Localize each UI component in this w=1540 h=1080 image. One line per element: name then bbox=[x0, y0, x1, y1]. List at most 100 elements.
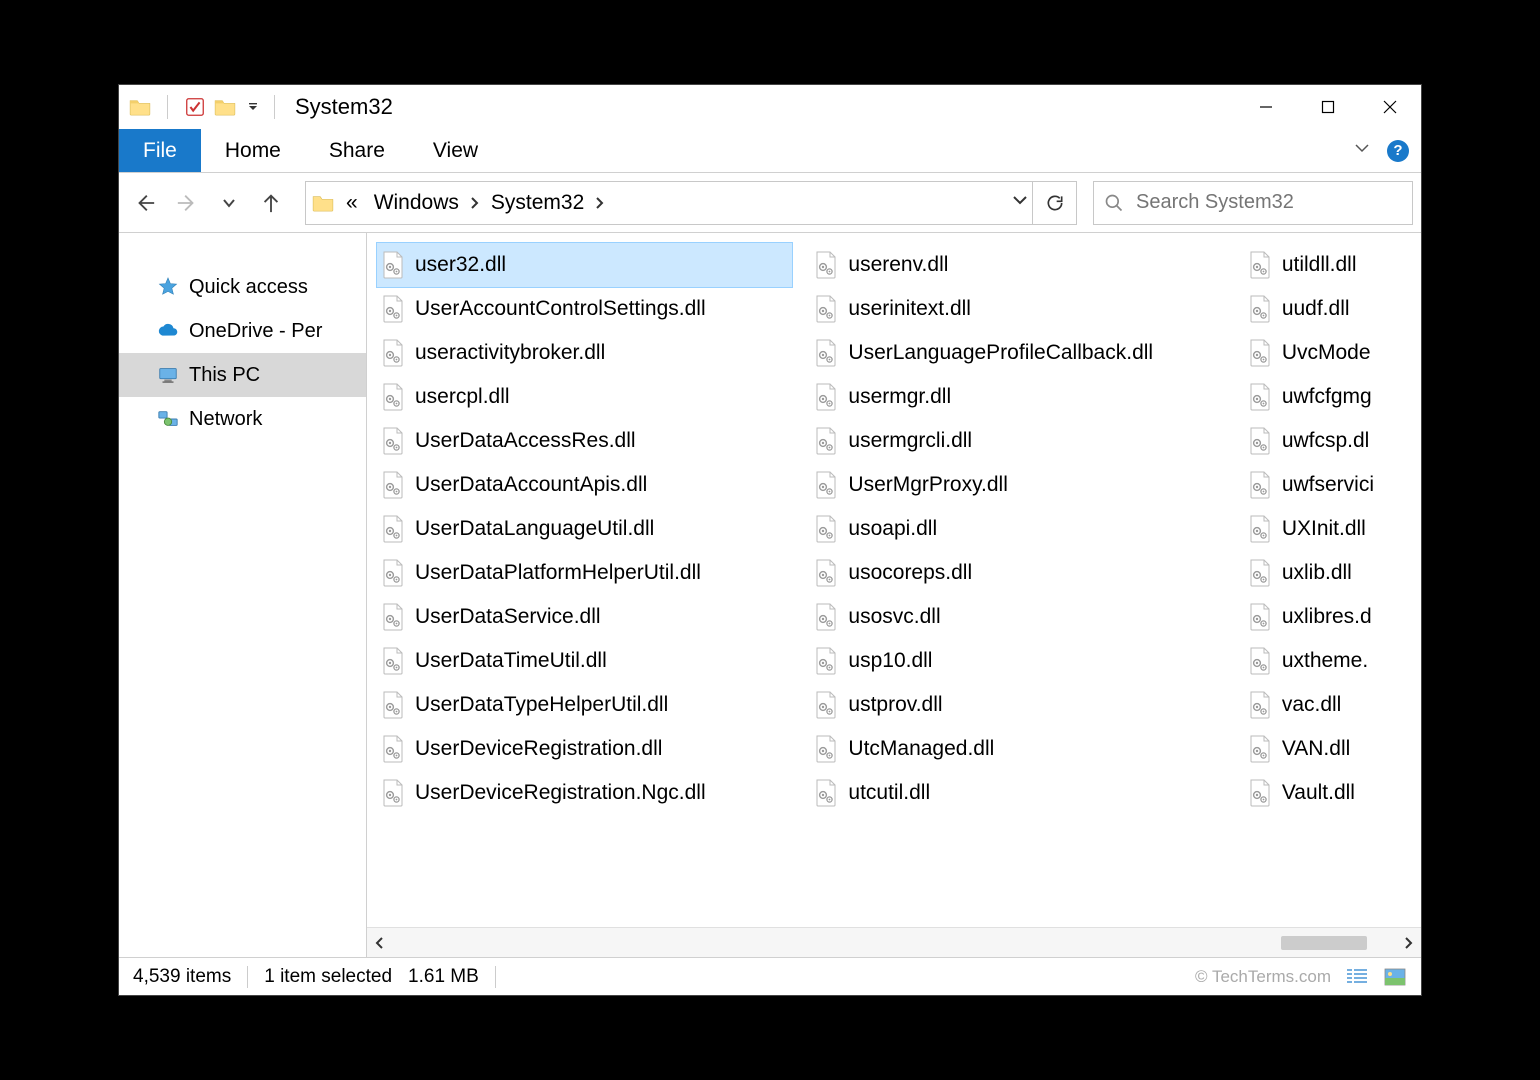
breadcrumb-prefix[interactable]: « bbox=[340, 191, 364, 215]
file-name: userenv.dll bbox=[848, 253, 948, 277]
sidebar-item-onedrive[interactable]: OneDrive - Per bbox=[119, 309, 366, 353]
file-item[interactable]: ustprov.dll bbox=[810, 683, 1225, 727]
file-item[interactable]: useractivitybroker.dll bbox=[377, 331, 792, 375]
content-area: user32.dllUserAccountControlSettings.dll… bbox=[367, 233, 1421, 957]
file-item[interactable]: UserDeviceRegistration.dll bbox=[377, 727, 792, 771]
file-item[interactable]: UserAccountControlSettings.dll bbox=[377, 287, 792, 331]
file-item[interactable]: user32.dll bbox=[377, 243, 792, 287]
dll-file-icon bbox=[1248, 603, 1272, 631]
file-item[interactable]: usermgr.dll bbox=[810, 375, 1225, 419]
expand-ribbon-icon[interactable] bbox=[1353, 139, 1371, 162]
scroll-track[interactable] bbox=[393, 934, 1395, 952]
maximize-button[interactable] bbox=[1297, 85, 1359, 129]
address-dropdown-icon[interactable] bbox=[1012, 192, 1028, 213]
breadcrumb-part[interactable]: System32 bbox=[485, 191, 590, 215]
file-item[interactable]: usp10.dll bbox=[810, 639, 1225, 683]
file-item[interactable]: uxlib.dll bbox=[1244, 551, 1421, 595]
file-item[interactable]: UserDataAccountApis.dll bbox=[377, 463, 792, 507]
breadcrumb-part[interactable]: Windows bbox=[368, 191, 465, 215]
scroll-right-icon[interactable] bbox=[1395, 928, 1421, 957]
file-item[interactable]: UserDeviceRegistration.Ngc.dll bbox=[377, 771, 792, 815]
file-item[interactable]: uwfcsp.dl bbox=[1244, 419, 1421, 463]
file-item[interactable]: UserDataTimeUtil.dll bbox=[377, 639, 792, 683]
dll-file-icon bbox=[814, 559, 838, 587]
separator bbox=[274, 95, 275, 119]
file-item[interactable]: uwfservici bbox=[1244, 463, 1421, 507]
file-item[interactable]: userenv.dll bbox=[810, 243, 1225, 287]
file-item[interactable]: uxlibres.d bbox=[1244, 595, 1421, 639]
file-item[interactable]: UserDataService.dll bbox=[377, 595, 792, 639]
file-item[interactable]: UserDataAccessRes.dll bbox=[377, 419, 792, 463]
thumbnails-view-icon[interactable] bbox=[1383, 967, 1407, 987]
sidebar-item-pc[interactable]: This PC bbox=[119, 353, 366, 397]
file-name: usoapi.dll bbox=[848, 517, 937, 541]
dll-file-icon bbox=[381, 471, 405, 499]
properties-icon[interactable] bbox=[184, 96, 206, 118]
scroll-left-icon[interactable] bbox=[367, 928, 393, 957]
up-button[interactable] bbox=[253, 185, 289, 221]
chevron-right-icon[interactable] bbox=[469, 197, 481, 209]
file-item[interactable]: usosvc.dll bbox=[810, 595, 1225, 639]
file-item[interactable]: UserDataPlatformHelperUtil.dll bbox=[377, 551, 792, 595]
address-bar[interactable]: « Windows System32 bbox=[305, 181, 1077, 225]
file-list[interactable]: user32.dllUserAccountControlSettings.dll… bbox=[367, 233, 1421, 927]
dll-file-icon bbox=[1248, 251, 1272, 279]
horizontal-scrollbar[interactable] bbox=[367, 927, 1421, 957]
search-icon bbox=[1104, 193, 1124, 213]
file-item[interactable]: uudf.dll bbox=[1244, 287, 1421, 331]
forward-button[interactable] bbox=[169, 185, 205, 221]
file-item[interactable]: UserMgrProxy.dll bbox=[810, 463, 1225, 507]
back-button[interactable] bbox=[127, 185, 163, 221]
file-item[interactable]: UserDataTypeHelperUtil.dll bbox=[377, 683, 792, 727]
titlebar[interactable]: System32 bbox=[119, 85, 1421, 129]
ribbon-tab-share[interactable]: Share bbox=[305, 129, 409, 172]
dll-file-icon bbox=[1248, 339, 1272, 367]
search-box[interactable] bbox=[1093, 181, 1413, 225]
search-input[interactable] bbox=[1136, 191, 1402, 214]
sidebar-item-network[interactable]: Network bbox=[119, 397, 366, 441]
file-item[interactable]: UserDataLanguageUtil.dll bbox=[377, 507, 792, 551]
file-item[interactable]: usercpl.dll bbox=[377, 375, 792, 419]
ribbon-tab-home[interactable]: Home bbox=[201, 129, 305, 172]
file-item[interactable]: usoapi.dll bbox=[810, 507, 1225, 551]
file-name: vac.dll bbox=[1282, 693, 1342, 717]
star-icon bbox=[157, 276, 179, 298]
new-folder-icon[interactable] bbox=[214, 98, 236, 116]
file-name: UserDataAccountApis.dll bbox=[415, 473, 647, 497]
file-item[interactable]: userinitext.dll bbox=[810, 287, 1225, 331]
ribbon-tab-view[interactable]: View bbox=[409, 129, 502, 172]
file-item[interactable]: vac.dll bbox=[1244, 683, 1421, 727]
file-name: uxtheme. bbox=[1282, 649, 1368, 673]
file-item[interactable]: uwfcfgmg bbox=[1244, 375, 1421, 419]
file-item[interactable]: Vault.dll bbox=[1244, 771, 1421, 815]
file-item[interactable]: usermgrcli.dll bbox=[810, 419, 1225, 463]
qat-dropdown-icon[interactable] bbox=[248, 102, 258, 112]
dll-file-icon bbox=[1248, 735, 1272, 763]
dll-file-icon bbox=[814, 295, 838, 323]
recent-dropdown-icon[interactable] bbox=[211, 185, 247, 221]
file-item[interactable]: uxtheme. bbox=[1244, 639, 1421, 683]
dll-file-icon bbox=[381, 251, 405, 279]
file-name: UserDataLanguageUtil.dll bbox=[415, 517, 654, 541]
file-name: UserLanguageProfileCallback.dll bbox=[848, 341, 1153, 365]
file-item[interactable]: UserLanguageProfileCallback.dll bbox=[810, 331, 1225, 375]
dll-file-icon bbox=[381, 295, 405, 323]
file-item[interactable]: UtcManaged.dll bbox=[810, 727, 1225, 771]
sidebar-item-star[interactable]: Quick access bbox=[119, 265, 366, 309]
minimize-button[interactable] bbox=[1235, 85, 1297, 129]
details-view-icon[interactable] bbox=[1345, 967, 1369, 987]
file-item[interactable]: usocoreps.dll bbox=[810, 551, 1225, 595]
file-item[interactable]: utildll.dll bbox=[1244, 243, 1421, 287]
refresh-button[interactable] bbox=[1032, 182, 1076, 224]
file-item[interactable]: UvcMode bbox=[1244, 331, 1421, 375]
close-button[interactable] bbox=[1359, 85, 1421, 129]
explorer-window: System32 File Home Share View ? « Window… bbox=[118, 84, 1422, 996]
file-item[interactable]: VAN.dll bbox=[1244, 727, 1421, 771]
file-name: UserDataService.dll bbox=[415, 605, 601, 629]
chevron-right-icon[interactable] bbox=[594, 197, 606, 209]
ribbon-tab-file[interactable]: File bbox=[119, 129, 201, 172]
help-icon[interactable]: ? bbox=[1387, 140, 1409, 162]
file-item[interactable]: utcutil.dll bbox=[810, 771, 1225, 815]
scroll-thumb[interactable] bbox=[1281, 936, 1367, 950]
file-item[interactable]: UXInit.dll bbox=[1244, 507, 1421, 551]
